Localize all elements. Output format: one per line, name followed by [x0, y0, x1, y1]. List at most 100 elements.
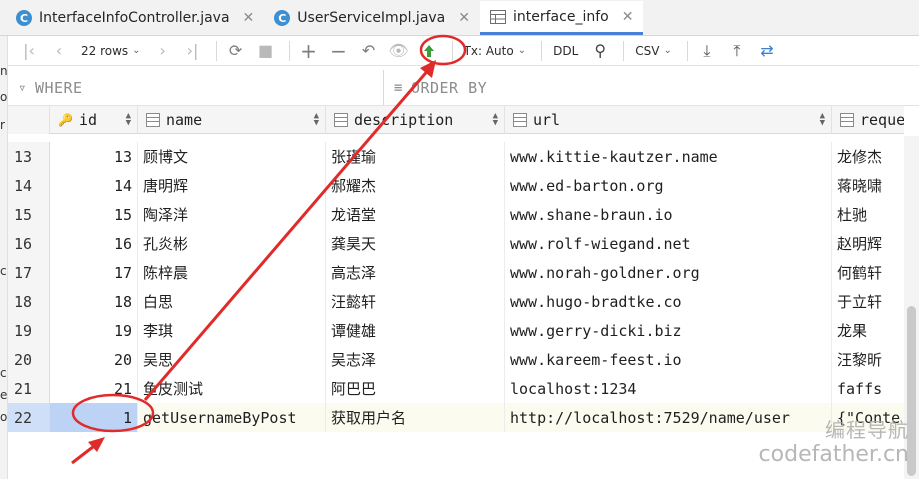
row-number-cell[interactable]: 14 [8, 171, 50, 200]
compare-icon[interactable]: ⇄ [754, 38, 780, 64]
cell-id[interactable]: 17 [50, 258, 138, 287]
close-icon[interactable]: ✕ [458, 10, 470, 26]
cell-name[interactable]: getUsernameByPost [138, 403, 326, 432]
column-header-url[interactable]: url ▲ ▼ [505, 106, 832, 134]
reload-icon[interactable]: ⟳ [223, 38, 249, 64]
stop-icon[interactable]: ■ [253, 38, 279, 64]
previous-page-icon[interactable]: ‹ [46, 38, 72, 64]
cell-description[interactable]: 高志泽 [326, 258, 505, 287]
table-row[interactable]: 21 21 鱼皮测试 阿巴巴 localhost:1234 faffs [8, 374, 904, 403]
table-row[interactable]: 22 1 getUsernameByPost 获取用户名 http://localhos… [8, 403, 904, 432]
table-row[interactable]: 19 19 李琪 谭健雄 www.gerry-dicki.biz 龙果 [8, 316, 904, 345]
cell-description[interactable]: 龙语堂 [326, 200, 505, 229]
column-header-id[interactable]: 🔑 id ▲ ▼ [50, 106, 138, 134]
cell-id[interactable]: 1 [50, 403, 138, 432]
last-page-icon[interactable]: ›| [180, 38, 206, 64]
row-number-cell[interactable]: 15 [8, 200, 50, 229]
sort-arrows-icon[interactable]: ▲ ▼ [493, 112, 498, 128]
cell-request[interactable]: 龙修杰 [832, 142, 904, 171]
cell-request[interactable]: 赵明辉 [832, 229, 904, 258]
row-number-cell[interactable]: 13 [8, 142, 50, 171]
table-row[interactable]: 15 15 陶泽洋 龙语堂 www.shane-braun.io 杜驰 [8, 200, 904, 229]
table-row[interactable]: 14 14 唐明辉 郝耀杰 www.ed-barton.org 蒋晓啸 [8, 171, 904, 200]
tab-user-service-impl[interactable]: C UserServiceImpl.java ✕ [264, 1, 480, 35]
row-number-cell[interactable]: 21 [8, 374, 50, 403]
cell-description[interactable]: 阿巴巴 [326, 374, 505, 403]
cell-description[interactable]: 汪懿轩 [326, 287, 505, 316]
cell-request[interactable]: 汪黎昕 [832, 345, 904, 374]
cell-id[interactable]: 19 [50, 316, 138, 345]
cell-name[interactable]: 吴思 [138, 345, 326, 374]
cell-id[interactable]: 18 [50, 287, 138, 316]
row-number-cell[interactable]: 19 [8, 316, 50, 345]
cell-id[interactable]: 14 [50, 171, 138, 200]
cell-id[interactable]: 15 [50, 200, 138, 229]
cell-url[interactable]: www.kittie-kautzer.name [505, 142, 832, 171]
cell-description[interactable]: 张瑾瑜 [326, 142, 505, 171]
cell-name[interactable]: 鱼皮测试 [138, 374, 326, 403]
cell-name[interactable]: 唐明辉 [138, 171, 326, 200]
cell-description[interactable]: 郝耀杰 [326, 171, 505, 200]
cell-request[interactable]: 于立轩 [832, 287, 904, 316]
sort-arrows-icon[interactable]: ▲ ▼ [126, 112, 131, 128]
cell-name[interactable]: 顾博文 [138, 142, 326, 171]
cell-name[interactable]: 陈梓晨 [138, 258, 326, 287]
cell-description[interactable]: 谭健雄 [326, 316, 505, 345]
first-page-icon[interactable]: |‹ [16, 38, 42, 64]
cell-description[interactable]: 获取用户名 [326, 403, 505, 432]
row-number-cell[interactable]: 16 [8, 229, 50, 258]
tab-interface-info-controller[interactable]: C InterfaceInfoController.java ✕ [6, 1, 264, 35]
cell-request[interactable]: {"Conte [832, 403, 904, 432]
cell-name[interactable]: 孔炎彬 [138, 229, 326, 258]
cell-request[interactable]: 何鹤轩 [832, 258, 904, 287]
revert-icon[interactable]: ↶ [356, 38, 382, 64]
cell-name[interactable]: 陶泽洋 [138, 200, 326, 229]
sort-arrows-icon[interactable]: ▲ ▼ [314, 112, 319, 128]
cell-url[interactable]: www.rolf-wiegand.net [505, 229, 832, 258]
vertical-scrollbar[interactable] [904, 136, 919, 479]
cell-request[interactable]: 龙果 [832, 316, 904, 345]
cell-id[interactable]: 13 [50, 142, 138, 171]
row-number-cell[interactable]: 18 [8, 287, 50, 316]
cell-url[interactable]: www.ed-barton.org [505, 171, 832, 200]
column-header-request[interactable]: reque [832, 106, 904, 134]
sort-arrows-icon[interactable]: ▲ ▼ [820, 112, 825, 128]
order-by-field[interactable]: ≡ ORDER BY [384, 70, 487, 105]
cell-name[interactable]: 李琪 [138, 316, 326, 345]
cell-request[interactable]: 蒋晓啸 [832, 171, 904, 200]
rows-count-dropdown[interactable]: 22 rows ⌄ [76, 38, 146, 64]
next-page-icon[interactable]: › [150, 38, 176, 64]
cell-url[interactable]: www.shane-braun.io [505, 200, 832, 229]
close-icon[interactable]: ✕ [622, 9, 634, 25]
table-row[interactable]: 17 17 陈梓晨 高志泽 www.norah-goldner.org 何鹤轩 [8, 258, 904, 287]
table-row[interactable]: 18 18 白思 汪懿轩 www.hugo-bradtke.co 于立轩 [8, 287, 904, 316]
cell-url[interactable]: http://localhost:7529/name/user [505, 403, 832, 432]
cell-url[interactable]: www.gerry-dicki.biz [505, 316, 832, 345]
cell-url[interactable]: www.kareem-feest.io [505, 345, 832, 374]
row-number-cell[interactable]: 17 [8, 258, 50, 287]
search-icon[interactable]: ⚲ [587, 38, 613, 64]
cell-id[interactable]: 20 [50, 345, 138, 374]
where-filter-field[interactable]: ▿ WHERE [8, 70, 384, 105]
tab-interface-info[interactable]: interface_info ✕ [480, 1, 644, 35]
ddl-button[interactable]: DDL [548, 38, 583, 64]
row-number-cell[interactable]: 20 [8, 345, 50, 374]
table-row[interactable]: 20 20 吴思 吴志泽 www.kareem-feest.io 汪黎昕 [8, 345, 904, 374]
export-format-dropdown[interactable]: CSV ⌄ [630, 38, 677, 64]
tx-mode-dropdown[interactable]: Tx: Auto ⌄ [459, 38, 532, 64]
submit-changes-icon[interactable] [416, 38, 442, 64]
table-row[interactable]: 13 13 顾博文 张瑾瑜 www.kittie-kautzer.name 龙修杰 [8, 142, 904, 171]
row-number-cell[interactable]: 22 [8, 403, 50, 432]
scrollbar-thumb[interactable] [907, 306, 916, 476]
cell-description[interactable]: 吴志泽 [326, 345, 505, 374]
cell-name[interactable]: 白思 [138, 287, 326, 316]
cell-request[interactable]: 杜驰 [832, 200, 904, 229]
close-icon[interactable]: ✕ [243, 10, 255, 26]
cell-url[interactable]: www.norah-goldner.org [505, 258, 832, 287]
upload-icon[interactable]: ⤒ [724, 38, 750, 64]
delete-row-icon[interactable]: − [326, 38, 352, 64]
cell-id[interactable]: 16 [50, 229, 138, 258]
cell-request[interactable]: faffs [832, 374, 904, 403]
column-header-name[interactable]: name ▲ ▼ [138, 106, 326, 134]
cell-url[interactable]: localhost:1234 [505, 374, 832, 403]
